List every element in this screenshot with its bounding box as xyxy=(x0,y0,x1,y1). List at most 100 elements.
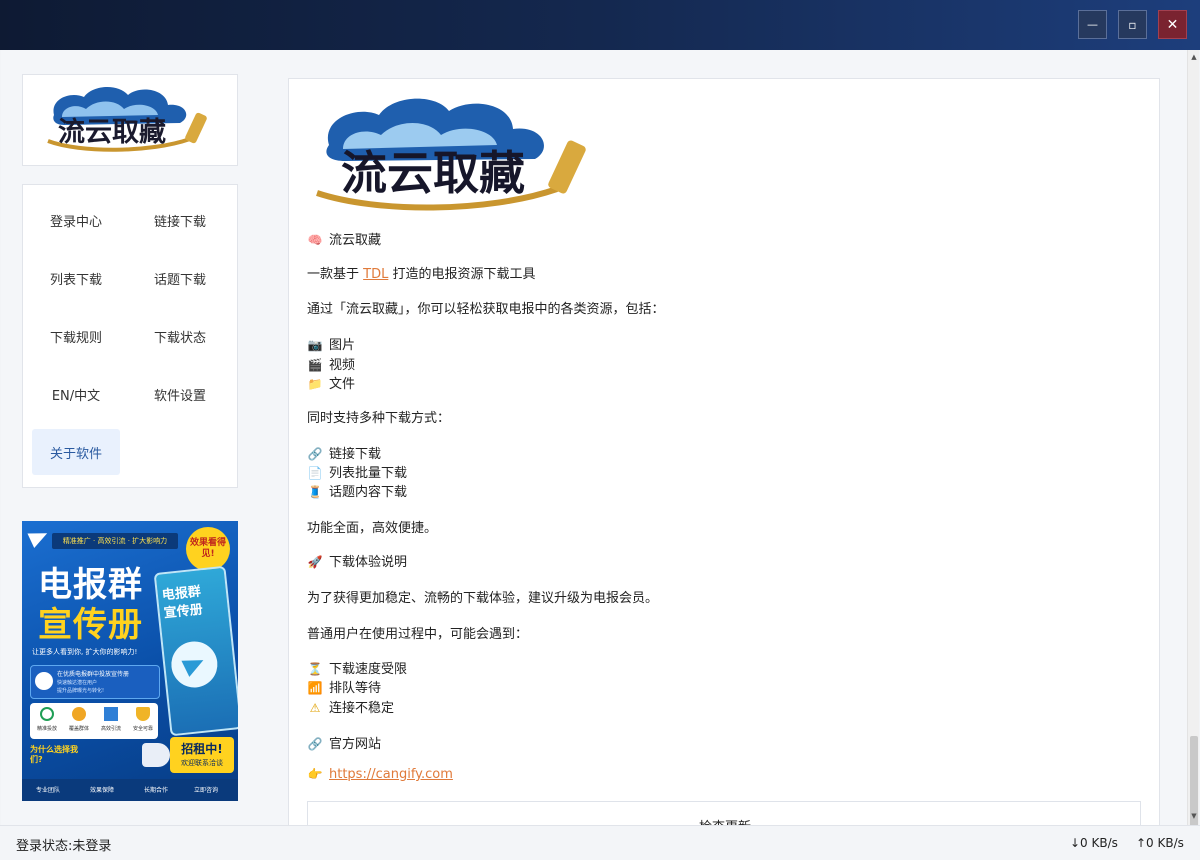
ad-feature-box: 在优质电报群中投放宣传册 快速触达潜在用户 提升品牌曝光与转化! xyxy=(30,665,160,699)
sidebar-item-settings[interactable]: 软件设置 xyxy=(136,371,224,417)
modes-intro: 同时支持多种下载方式： xyxy=(307,411,451,426)
target-icon xyxy=(40,707,54,721)
sidebar-item-label: 话题下载 xyxy=(153,272,206,288)
sidebar-item-login[interactable]: 登录中心 xyxy=(32,197,120,243)
ad-top-banner: 精准推广 · 高效引流 · 扩大影响力 xyxy=(52,533,178,549)
ad-cta-1: 招租中! xyxy=(181,742,223,756)
sidebar-item-list-download[interactable]: 列表下载 xyxy=(32,255,120,301)
ad-icon-label: 高效引流 xyxy=(100,726,121,732)
scroll-up-icon[interactable]: ▲ xyxy=(1190,53,1198,61)
ad-headline-2: 宣传册 xyxy=(38,605,143,645)
telegram-icon xyxy=(169,639,220,690)
document-icon: 📄 xyxy=(307,466,323,480)
close-button[interactable]: ✕ xyxy=(1158,10,1187,39)
list-item: 📶 排队等待 xyxy=(307,681,382,696)
sidebar-logo-card: 流云取藏 xyxy=(22,74,238,166)
brand-logo-text: 流云取藏 xyxy=(58,117,166,148)
ad-bottom-item: 长期合作 xyxy=(144,787,169,794)
sidebar-item-label: 下载状态 xyxy=(153,330,206,346)
sidebar-item-topic-download[interactable]: 话题下载 xyxy=(136,255,224,301)
sidebar-item-about[interactable]: 关于软件 xyxy=(32,429,120,475)
minimize-button[interactable]: — xyxy=(1078,10,1107,39)
summary-text: 功能全面，高效便捷。 xyxy=(307,521,438,536)
ad-feature-title: 在优质电报群中投放宣传册 xyxy=(57,671,130,678)
list-item: 📁 文件 xyxy=(307,377,356,392)
ad-slogan: 让更多人看到你, 扩大你的影响力! xyxy=(32,648,138,656)
ad-banner[interactable]: 精准推广 · 高效引流 · 扩大影响力 效果看得见! 电报群 宣传册 电报群 宣… xyxy=(22,521,238,801)
list-item: 📄 列表批量下载 xyxy=(307,466,408,481)
ad-bottom-item: 效果保障 xyxy=(90,787,115,794)
sidebar-item-label: EN/中文 xyxy=(51,388,101,404)
note-title: 🚀 下载体验说明 xyxy=(307,555,408,570)
ad-badge: 效果看得见! xyxy=(186,527,230,571)
link-icon: 🔗 xyxy=(307,737,323,751)
issues-intro: 普通用户在使用过程中，可能会遇到： xyxy=(307,627,529,642)
sidebar-item-label: 关于软件 xyxy=(49,446,102,462)
ad-feature-sub-2: 提升品牌曝光与转化! xyxy=(57,688,105,694)
maximize-icon: ▫ xyxy=(1128,17,1137,32)
about-description: 通过「流云取藏」，你可以轻松获取电报中的各类资源，包括： xyxy=(307,302,665,317)
warning-icon: ⚠ xyxy=(309,701,321,715)
megaphone-icon xyxy=(142,743,170,767)
list-item: ⚠ 连接不稳定 xyxy=(307,697,394,716)
signal-icon: 📶 xyxy=(307,681,323,695)
brand-logo-large-icon: 流云取藏 xyxy=(316,98,586,211)
title-bar: — ▫ ✕ xyxy=(0,0,1200,50)
sidebar-item-language[interactable]: EN/中文 xyxy=(32,371,120,417)
content-scrollbar[interactable]: ▲ ▼ xyxy=(1187,50,1199,846)
about-title: 🧠 流云取藏 xyxy=(307,233,382,248)
note-description: 为了获得更加稳定、流畅的下载体验，建议升级为电报会员。 xyxy=(307,591,659,606)
ad-icon-label: 安全可靠 xyxy=(132,726,153,732)
list-item: 🎬 视频 xyxy=(307,358,356,373)
sidebar-item-label: 链接下载 xyxy=(153,214,206,230)
ad-icon-label: 精准投放 xyxy=(36,726,57,732)
site-row: 👉 https://cangify.com xyxy=(307,767,453,782)
upload-speed: ↑0 KB/s xyxy=(1136,836,1184,850)
official-site-link[interactable]: https://cangify.com xyxy=(329,767,453,782)
sidebar-item-link-download[interactable]: 链接下载 xyxy=(136,197,224,243)
ad-book-title-2: 宣传册 xyxy=(163,602,204,622)
brand-logo-large-text: 流云取藏 xyxy=(341,146,525,200)
status-bar: 登录状态:未登录 ↓0 KB/s ↑0 KB/s xyxy=(0,825,1200,860)
thread-icon: 🧵 xyxy=(307,485,323,499)
ad-icon-row: 精准投放 覆盖群体 高效引流 安全可靠 xyxy=(30,703,158,739)
brand-logo-icon: 流云取藏 xyxy=(47,86,207,152)
camera-icon: 📷 xyxy=(307,338,323,352)
pointing-hand-icon: 👉 xyxy=(307,767,323,781)
site-title: 🔗 官方网站 xyxy=(307,737,382,752)
download-speed: ↓0 KB/s xyxy=(1070,836,1118,850)
about-intro: 一款基于 TDL 打造的电报资源下载工具 xyxy=(307,267,536,282)
close-icon: ✕ xyxy=(1166,16,1179,33)
ad-bottom-strip: 专业团队 效果保障 长期合作 立即咨询 xyxy=(22,779,238,801)
list-item: 📷 图片 xyxy=(307,338,356,353)
scroll-down-icon[interactable]: ▼ xyxy=(1190,812,1198,820)
ad-cta-2: 欢迎联系洽谈 xyxy=(181,759,223,767)
ad-book-card: 电报群 宣传册 xyxy=(153,565,238,737)
ad-feature-sub-1: 快速触达潜在用户 xyxy=(57,680,98,686)
sidebar-item-download-rules[interactable]: 下载规则 xyxy=(32,313,120,359)
link-icon: 🔗 xyxy=(307,447,323,461)
sidebar-item-label: 登录中心 xyxy=(49,214,102,230)
tdl-link[interactable]: TDL xyxy=(363,267,388,282)
ad-cta: 招租中! 欢迎联系洽谈 xyxy=(170,737,234,773)
users-icon xyxy=(72,707,86,721)
shield-icon xyxy=(136,707,150,721)
hourglass-icon: ⏳ xyxy=(307,662,323,676)
sidebar-item-label: 下载规则 xyxy=(49,330,102,346)
list-item: 🧵 话题内容下载 xyxy=(307,485,408,500)
clapper-icon: 🎬 xyxy=(307,358,323,372)
chart-icon xyxy=(104,707,118,721)
minimize-icon: — xyxy=(1087,18,1098,31)
ad-bottom-item: 立即咨询 xyxy=(194,787,219,794)
sidebar-item-download-status[interactable]: 下载状态 xyxy=(136,313,224,359)
brain-icon: 🧠 xyxy=(307,233,323,247)
folder-icon: 📁 xyxy=(307,377,323,391)
sidebar-nav: 登录中心 链接下载 列表下载 话题下载 下载规则 下载状态 EN/中文 软件设置… xyxy=(22,184,238,488)
sidebar-item-label: 列表下载 xyxy=(49,272,102,288)
list-item: ⏳ 下载速度受限 xyxy=(307,662,408,677)
ad-bottom-item: 专业团队 xyxy=(36,787,61,794)
login-status: 登录状态:未登录 xyxy=(16,839,112,854)
maximize-button[interactable]: ▫ xyxy=(1118,10,1147,39)
list-item: 🔗 链接下载 xyxy=(307,447,382,462)
sidebar-item-label: 软件设置 xyxy=(153,388,206,404)
